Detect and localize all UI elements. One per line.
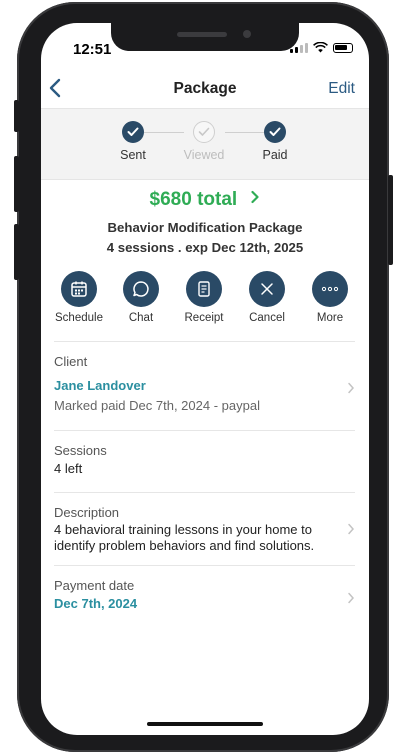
receipt-button[interactable]: Receipt [173,271,235,324]
chevron-right-icon [348,382,355,394]
battery-icon [333,42,353,53]
action-label: Schedule [55,312,103,324]
payment-date-section[interactable]: Payment date Dec 7th, 2024 [54,565,355,628]
sessions-value: 4 left [54,461,83,476]
description-section[interactable]: Description 4 behavioral training lesson… [54,492,355,566]
package-details: 4 sessions . exp Dec 12th, 2025 [106,240,304,255]
action-label: Chat [128,312,154,324]
client-name[interactable]: Jane Landover [54,378,355,393]
payment-note: Marked paid Dec 7th, 2024 - paypal [54,398,260,413]
section-title: Payment date [54,578,135,593]
step-sent: Sent [98,121,168,162]
app-screen: 12:51 Package Edit Sent Viewed Paid $680… [41,23,369,735]
status-time: 12:51 [73,41,112,58]
step-label: Viewed [183,148,225,162]
description-line: identify problem behaviors and find solu… [54,538,315,553]
status-icons [290,42,353,53]
edit-button[interactable]: Edit [328,80,355,98]
phone-side-button [14,100,19,132]
description-line: 4 behavioral training lessons in your ho… [54,522,312,537]
package-name: Behavior Modification Package [107,220,303,235]
camera [243,30,251,38]
total-amount: $680 total [149,189,238,210]
step-paid: Paid [240,121,310,162]
phone-side-button [388,175,393,265]
sessions-section: Sessions 4 left [54,430,355,493]
status-progress: Sent Viewed Paid [41,108,369,180]
page-title: Package [173,80,237,97]
action-label: Receipt [184,312,224,324]
check-circle-icon [122,121,144,143]
section-title: Client [54,354,88,369]
phone-side-button [14,156,19,212]
notch [111,23,299,51]
phone-side-button [14,224,19,280]
chat-button[interactable]: Chat [110,271,172,324]
step-viewed: Viewed [169,121,239,162]
step-label: Sent [120,148,146,162]
section-title: Description [54,505,120,520]
package-summary: Behavior Modification Package 4 sessions… [41,218,369,258]
signal-icon [290,42,308,53]
action-bar: Schedule Chat Receipt Cancel More [41,271,369,331]
check-circle-icon [264,121,286,143]
more-icon [312,271,348,307]
action-label: More [316,312,344,324]
cancel-button[interactable]: Cancel [236,271,298,324]
total-amount-link[interactable]: $680 total [41,189,369,211]
chevron-right-icon [348,523,355,535]
speaker [177,32,227,37]
client-section[interactable]: Client Jane Landover Marked paid Dec 7th… [54,341,355,431]
chat-bubble-icon [123,271,159,307]
step-label: Paid [262,148,288,162]
chevron-right-icon [251,190,260,204]
calendar-icon [61,271,97,307]
payment-date-value: Dec 7th, 2024 [54,596,138,611]
receipt-icon [186,271,222,307]
more-button[interactable]: More [299,271,361,324]
action-label: Cancel [249,312,285,324]
wifi-icon [313,42,328,53]
check-circle-icon [193,121,215,143]
nav-bar: Package Edit [41,68,369,108]
close-icon [249,271,285,307]
home-indicator[interactable] [147,722,263,726]
schedule-button[interactable]: Schedule [48,271,110,324]
chevron-right-icon [348,592,355,604]
section-title: Sessions [54,443,107,458]
